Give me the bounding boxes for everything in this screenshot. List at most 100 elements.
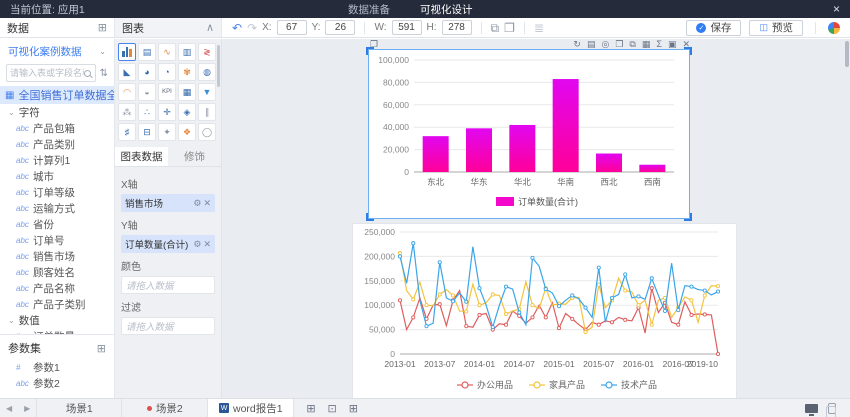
add-dataset-icon[interactable]: ⊞ <box>98 21 107 34</box>
export-icon[interactable]: ▤ <box>587 40 596 49</box>
field-item[interactable]: abc运输方式 <box>0 200 114 216</box>
color-dropzone[interactable]: 请拖入数据 <box>121 276 215 294</box>
gear-icon[interactable]: ⚙ <box>193 198 201 209</box>
sort-fields-icon[interactable]: ⇅ <box>100 68 108 79</box>
add-dashboard-icon[interactable]: ⊡ <box>328 402 337 415</box>
close-icon[interactable]: × <box>833 2 840 16</box>
field-item[interactable]: abc订单等级 <box>0 184 114 200</box>
aggregate-icon[interactable]: Σ <box>656 40 662 49</box>
redo-icon[interactable]: ↷ <box>247 22 257 34</box>
line-chart-widget[interactable]: 050,000100,000150,000200,000250,0002013-… <box>352 223 737 398</box>
paste-icon[interactable]: ❐ <box>504 22 515 34</box>
area-chart-tile[interactable]: ◣ <box>118 63 136 81</box>
bar-chart-widget[interactable]: 020,00040,00060,00080,000100,000东北华东华北华南… <box>368 49 690 219</box>
relation-graph-tile[interactable]: ⁂ <box>118 103 136 121</box>
theme-color-icon[interactable] <box>828 22 840 34</box>
tab-word-report-1[interactable]: W word报告1 <box>208 399 294 417</box>
tab-chart-data[interactable]: 图表数据 <box>115 147 168 166</box>
zigzag-chart-tile[interactable]: ≷ <box>198 43 216 61</box>
h-input[interactable] <box>442 20 472 35</box>
tab-data-preparation[interactable]: 数据准备 <box>348 2 390 17</box>
curve-chart-tile[interactable]: ∿ <box>158 43 176 61</box>
group-string-fields[interactable]: ⌄ 字符 <box>0 104 114 120</box>
design-canvas[interactable]: ❐ ↻▤◎❐⧉▦Σ▣✕ 020,00040,00060,00080,000100… <box>222 39 850 398</box>
undo-icon[interactable]: ↶ <box>232 22 242 34</box>
treemap-chart-tile[interactable]: ▦ <box>178 83 196 101</box>
field-item[interactable]: abc销售市场 <box>0 248 114 264</box>
filter-dropzone[interactable]: 请拖入数据 <box>121 317 215 335</box>
remove-field-icon[interactable]: ✕ <box>203 198 211 209</box>
mark-icon[interactable]: ◎ <box>601 40 609 49</box>
gauge-chart-tile[interactable]: ◒ <box>138 83 156 101</box>
field-item[interactable]: abc订单号 <box>0 232 114 248</box>
field-item[interactable]: abc产品名称 <box>0 280 114 296</box>
selection-handle[interactable] <box>366 47 374 55</box>
collapse-icon[interactable]: ∧ <box>206 21 214 34</box>
preview-button[interactable]: ◫ 预览 <box>749 20 803 36</box>
hbar-chart-tile[interactable]: ▤ <box>138 43 156 61</box>
copy-icon[interactable]: ⧉ <box>491 22 500 34</box>
copy-icon[interactable]: ❐ <box>615 40 623 49</box>
selection-handle[interactable] <box>684 213 692 221</box>
refresh-icon[interactable]: ↻ <box>573 40 581 49</box>
spiral-chart-tile[interactable]: ◍ <box>198 63 216 81</box>
save-button[interactable]: ✓ 保存 <box>686 20 741 36</box>
desktop-view-icon[interactable] <box>805 404 818 413</box>
bubble-map-chart-tile[interactable]: ❖ <box>178 123 196 141</box>
tab-decorate[interactable]: 修饰 <box>168 147 221 166</box>
bubble-chart-tile[interactable]: ∴ <box>138 103 156 121</box>
tab-visual-design[interactable]: 可视化设计 <box>420 2 473 17</box>
search-input[interactable] <box>10 68 84 78</box>
save-image-icon[interactable]: ▣ <box>668 40 677 49</box>
funnel-chart-tile[interactable]: ▼ <box>198 83 216 101</box>
y-axis-chip[interactable]: 订单数量(合计) ⚙ ✕ <box>121 235 215 253</box>
field-item[interactable]: abc产品包箱 <box>0 120 114 136</box>
group-numeric-fields[interactable]: ⌄ 数值 <box>0 312 114 328</box>
field-item[interactable]: abc顾客姓名 <box>0 264 114 280</box>
param-item[interactable]: #参数1 <box>0 359 114 375</box>
boxplot-chart-tile[interactable]: ⊟ <box>138 123 156 141</box>
prev-scene-icon[interactable]: ◀ <box>0 404 18 413</box>
tab-scene-2[interactable]: 场景2 <box>122 399 208 417</box>
dataset-select[interactable]: 可视化案例数据 ⌄ <box>0 39 114 62</box>
selection-handle[interactable] <box>684 47 692 55</box>
column-line-chart-tile[interactable]: ▥ <box>178 43 196 61</box>
kpi-card-tile[interactable]: KPI <box>158 83 176 101</box>
donut-chart-tile[interactable]: ◔ <box>158 63 176 81</box>
data-table-icon[interactable]: ▦ <box>642 40 651 49</box>
x-axis-chip[interactable]: 销售市场 ⚙ ✕ <box>121 194 215 212</box>
world-map-chart-tile[interactable]: ◯ <box>198 123 216 141</box>
gear-icon[interactable]: ⚙ <box>193 239 201 250</box>
rose-chart-tile[interactable]: ✾ <box>178 63 196 81</box>
stem-chart-tile[interactable]: ✛ <box>158 103 176 121</box>
field-item[interactable]: abc城市 <box>0 168 114 184</box>
share-icon[interactable]: ⧉ <box>629 40 635 49</box>
bar-chart-tile[interactable] <box>118 43 136 61</box>
param-item[interactable]: abc参数2 <box>0 375 114 391</box>
dataset-table-item[interactable]: ▦ 全国销售订单数据全... <box>0 86 114 104</box>
mobile-view-icon[interactable] <box>828 403 836 414</box>
add-param-icon[interactable]: ⊞ <box>97 342 106 355</box>
add-report-icon[interactable]: ⊞ <box>349 402 358 415</box>
candlestick-chart-tile[interactable]: ♯ <box>118 123 136 141</box>
pie-chart-tile[interactable]: ◕ <box>138 63 156 81</box>
radar-chart-tile[interactable]: ◈ <box>178 103 196 121</box>
add-scene-icon[interactable]: ⊞ <box>306 402 315 415</box>
w-input[interactable] <box>392 20 422 35</box>
field-item[interactable]: abc产品子类别 <box>0 296 114 312</box>
next-scene-icon[interactable]: ▶ <box>18 404 36 413</box>
field-item[interactable]: abc产品类别 <box>0 136 114 152</box>
selection-handle[interactable] <box>366 213 374 221</box>
field-item[interactable]: abc计算列1 <box>0 152 114 168</box>
flow-map-chart-tile[interactable]: ✦ <box>158 123 176 141</box>
arc-gauge-chart-tile[interactable]: ◠ <box>118 83 136 101</box>
search-box[interactable] <box>6 64 96 82</box>
remove-field-icon[interactable]: ✕ <box>203 239 211 250</box>
field-item[interactable]: abc省份 <box>0 216 114 232</box>
x-input[interactable] <box>277 20 307 35</box>
y-input[interactable] <box>325 20 355 35</box>
tab-scene-1[interactable]: 场景1 <box>36 399 122 417</box>
parallel-chart-tile[interactable]: ∥ <box>198 103 216 121</box>
canvas-scrollbar[interactable] <box>845 41 849 67</box>
grid-scrollbar[interactable] <box>217 45 220 87</box>
